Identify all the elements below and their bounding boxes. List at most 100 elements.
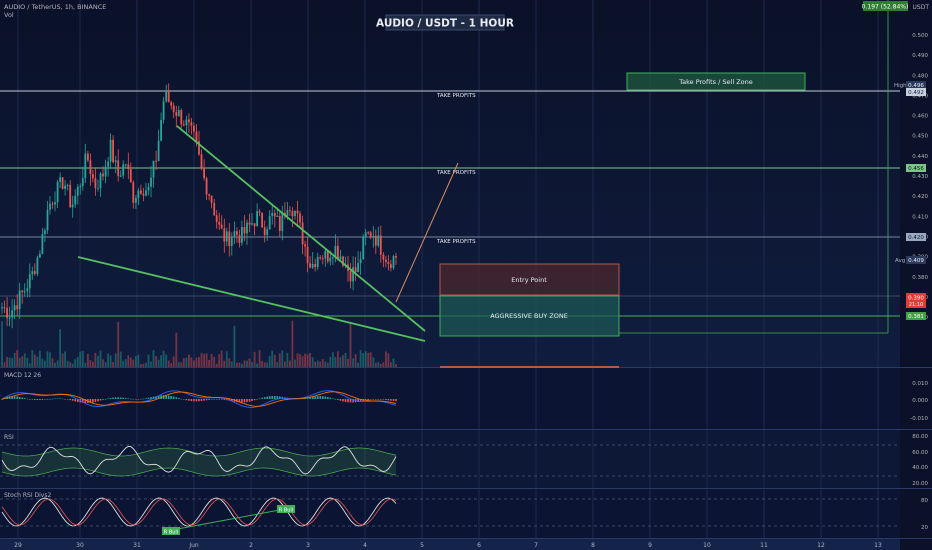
macd-histogram-bar — [178, 398, 180, 399]
volume-bar — [256, 363, 258, 367]
candle-body — [228, 231, 231, 247]
volume-bar — [3, 362, 6, 367]
candle-body — [172, 105, 175, 113]
macd-histogram-bar — [59, 398, 61, 399]
chart-root: AUDIO / TetherUS, 1h, BINANCE Vol AUDIO … — [0, 0, 932, 550]
macd-histogram-bar — [314, 396, 316, 399]
volume-bar — [129, 357, 132, 367]
volume-bar — [137, 354, 140, 367]
candle-body — [205, 178, 208, 195]
macd-histogram-bar — [94, 399, 97, 402]
candle-body — [208, 194, 210, 196]
volume-bar — [132, 359, 135, 367]
volume-bar — [13, 353, 16, 367]
macd-histogram-bar — [253, 399, 256, 401]
time-tick-label: 2 — [249, 542, 253, 549]
candle-body — [21, 290, 24, 292]
macd-histogram-bar — [145, 398, 147, 399]
volume-bar — [200, 353, 203, 367]
volume-bar — [150, 361, 152, 367]
candle-body — [54, 202, 56, 205]
candle-body — [76, 186, 79, 196]
candle-body — [160, 119, 162, 141]
macd-histogram-bar — [266, 396, 268, 399]
avg-badge-text: 0.409 — [908, 258, 924, 264]
high-label: High — [894, 83, 907, 89]
candle-body — [385, 259, 387, 263]
macd-histogram-bar — [347, 399, 349, 403]
macd-histogram-bar — [122, 397, 124, 399]
candle-body — [223, 228, 226, 242]
macd-tick: 0.010 — [912, 381, 928, 387]
candle-body — [329, 257, 332, 262]
macd-label: MACD 12 26 — [4, 372, 41, 379]
stop-badge-text: 0.381 — [908, 314, 924, 320]
volume-bar — [170, 363, 173, 367]
candle-body — [354, 267, 357, 273]
candle-body — [46, 209, 49, 231]
macd-histogram-bar — [99, 399, 102, 401]
candle-body — [155, 160, 157, 162]
macd-histogram-bar — [49, 399, 51, 400]
volume-bar — [236, 362, 238, 367]
stoch-label: Stoch RSI Divs2 — [4, 492, 51, 499]
volume-bar — [140, 364, 142, 367]
volume-bar — [377, 362, 380, 367]
volume-bar — [354, 354, 357, 367]
candle-body — [114, 160, 117, 163]
macd-histogram-bar — [243, 399, 246, 403]
candle-body — [66, 184, 69, 186]
candle-body — [152, 160, 155, 178]
candle-body — [304, 244, 306, 247]
candle-body — [18, 290, 21, 310]
price-tick-label: 0.420 — [912, 194, 928, 200]
macd-histogram-bar — [205, 399, 208, 401]
candle-body — [81, 178, 84, 187]
candle-body — [294, 210, 296, 217]
volume-bar — [309, 353, 311, 367]
price-tick-label: 0.500 — [912, 33, 928, 39]
candle-body — [387, 262, 390, 265]
volume-bar — [74, 359, 77, 367]
macd-histogram-bar — [332, 398, 334, 399]
volume-bar — [203, 353, 205, 367]
volume-bar — [1, 321, 3, 367]
macd-histogram-bar — [208, 399, 210, 400]
volume-bar — [268, 356, 271, 367]
macd-tick: -0.010 — [910, 416, 928, 422]
volume-bar — [21, 356, 24, 367]
volume-bar — [87, 353, 89, 367]
symbol-info: AUDIO / TetherUS, 1h, BINANCE — [4, 3, 106, 11]
volume-bar — [81, 350, 84, 367]
macd-histogram-bar — [13, 396, 16, 399]
macd-tick: 0.000 — [912, 398, 928, 404]
volume-bar — [220, 350, 223, 367]
volume-bar — [124, 359, 127, 367]
macd-histogram-bar — [170, 395, 172, 399]
volume-bar — [198, 357, 200, 367]
macd-histogram-bar — [31, 399, 34, 400]
volume-bar — [172, 356, 175, 367]
chart-canvas[interactable]: AUDIO / TetherUS, 1h, BINANCE Vol AUDIO … — [0, 0, 932, 550]
price-tick-label: 0.480 — [912, 73, 928, 79]
candle-body — [104, 166, 107, 177]
volume-bar — [127, 355, 130, 367]
macd-histogram-bar — [268, 396, 271, 399]
candle-body — [256, 211, 258, 227]
stoch-pane-bg — [0, 488, 900, 538]
volume-bar — [92, 361, 94, 367]
candle-body — [246, 222, 248, 234]
volume-bar — [301, 356, 304, 367]
candle-body — [135, 197, 137, 203]
volume-bar — [362, 353, 365, 367]
candle-body — [94, 178, 97, 189]
candle-body — [99, 173, 102, 189]
macd-histogram-bar — [104, 399, 107, 400]
candle-body — [127, 164, 130, 170]
volume-bar — [332, 352, 334, 367]
time-tick-label: 13 — [874, 542, 882, 549]
volume-bar — [142, 363, 145, 367]
volume-bar — [107, 353, 109, 367]
macd-histogram-bar — [188, 399, 190, 401]
tp3-badge-text: 0.420 — [908, 235, 924, 241]
